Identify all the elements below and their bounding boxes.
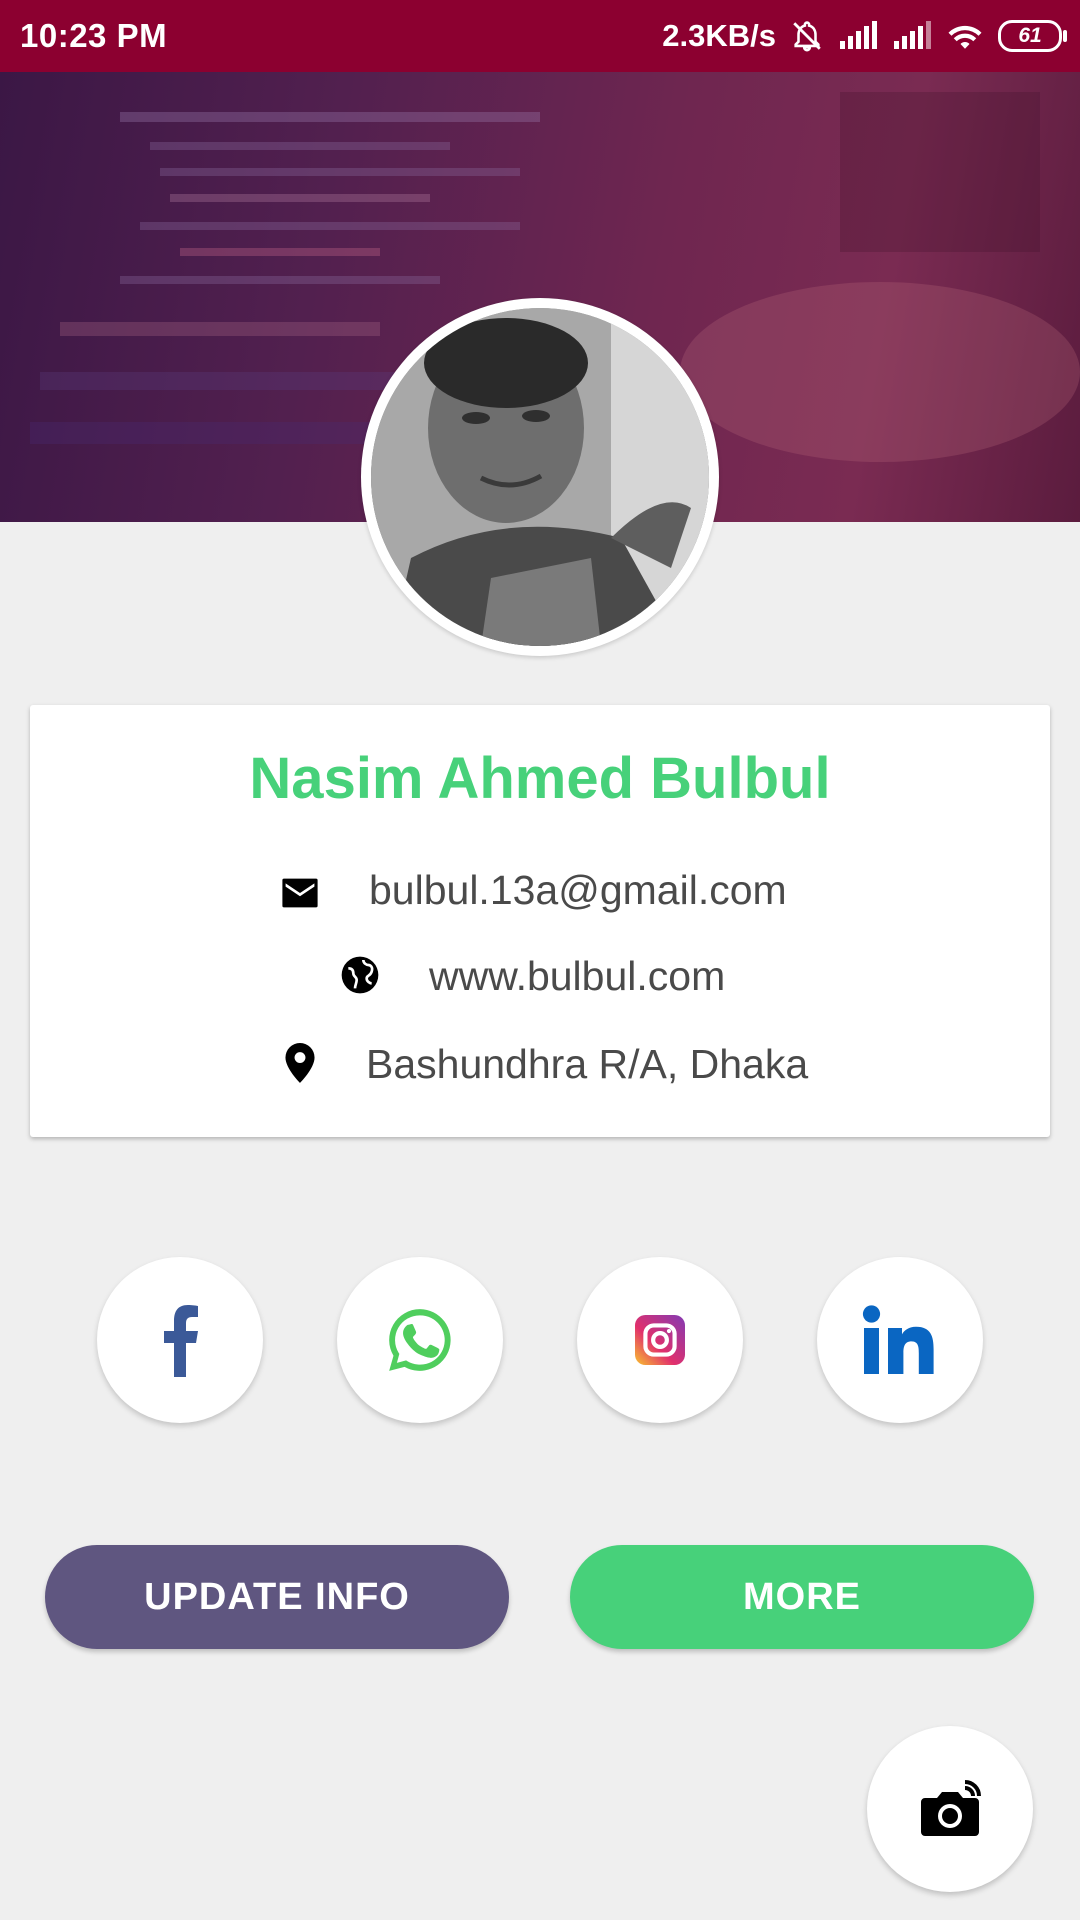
- facebook-icon: [164, 1305, 198, 1377]
- website-text[interactable]: www.bulbul.com: [429, 953, 725, 1000]
- profile-name: Nasim Ahmed Bulbul: [249, 746, 831, 811]
- more-button[interactable]: MORE: [570, 1545, 1034, 1649]
- update-info-label: UPDATE INFO: [144, 1575, 410, 1618]
- camera-icon: [921, 1780, 981, 1836]
- status-icons: 2.3KB/s 61: [662, 0, 1067, 72]
- battery-indicator: 61: [998, 20, 1067, 52]
- email-text[interactable]: bulbul.13a@gmail.com: [369, 867, 787, 914]
- website-row[interactable]: [340, 945, 380, 1005]
- email-icon: [280, 873, 320, 913]
- profile-card: Nasim Ahmed Bulbul bulbul.13a@gmail.com …: [30, 705, 1050, 1137]
- wifi-icon: [948, 25, 982, 49]
- status-time: 10:23 PM: [20, 17, 168, 54]
- facebook-button[interactable]: [97, 1257, 263, 1423]
- location-text: Bashundhra R/A, Dhaka: [366, 1041, 809, 1087]
- signal-icon-2: [894, 21, 931, 49]
- battery-level: 61: [1018, 24, 1042, 47]
- signal-icon: [840, 21, 877, 49]
- globe-icon: [340, 955, 380, 995]
- mute-bell-icon: [793, 21, 821, 52]
- profile-avatar[interactable]: [361, 298, 719, 656]
- location-pin-icon: [280, 1043, 320, 1083]
- camera-fab[interactable]: [867, 1726, 1033, 1892]
- profile-photo: [371, 308, 709, 646]
- location-row[interactable]: [280, 1033, 320, 1093]
- whatsapp-button[interactable]: [337, 1257, 503, 1423]
- email-row[interactable]: [280, 863, 320, 923]
- more-label: MORE: [743, 1575, 861, 1618]
- linkedin-icon: [862, 1305, 934, 1374]
- status-bar: 10:23 PM 2.3KB/s 61: [0, 0, 1080, 72]
- instagram-button[interactable]: [577, 1257, 743, 1423]
- update-info-button[interactable]: UPDATE INFO: [45, 1545, 509, 1649]
- instagram-icon: [635, 1315, 685, 1365]
- linkedin-button[interactable]: [817, 1257, 983, 1423]
- whatsapp-icon: [389, 1309, 451, 1371]
- network-speed: 2.3KB/s: [662, 18, 776, 53]
